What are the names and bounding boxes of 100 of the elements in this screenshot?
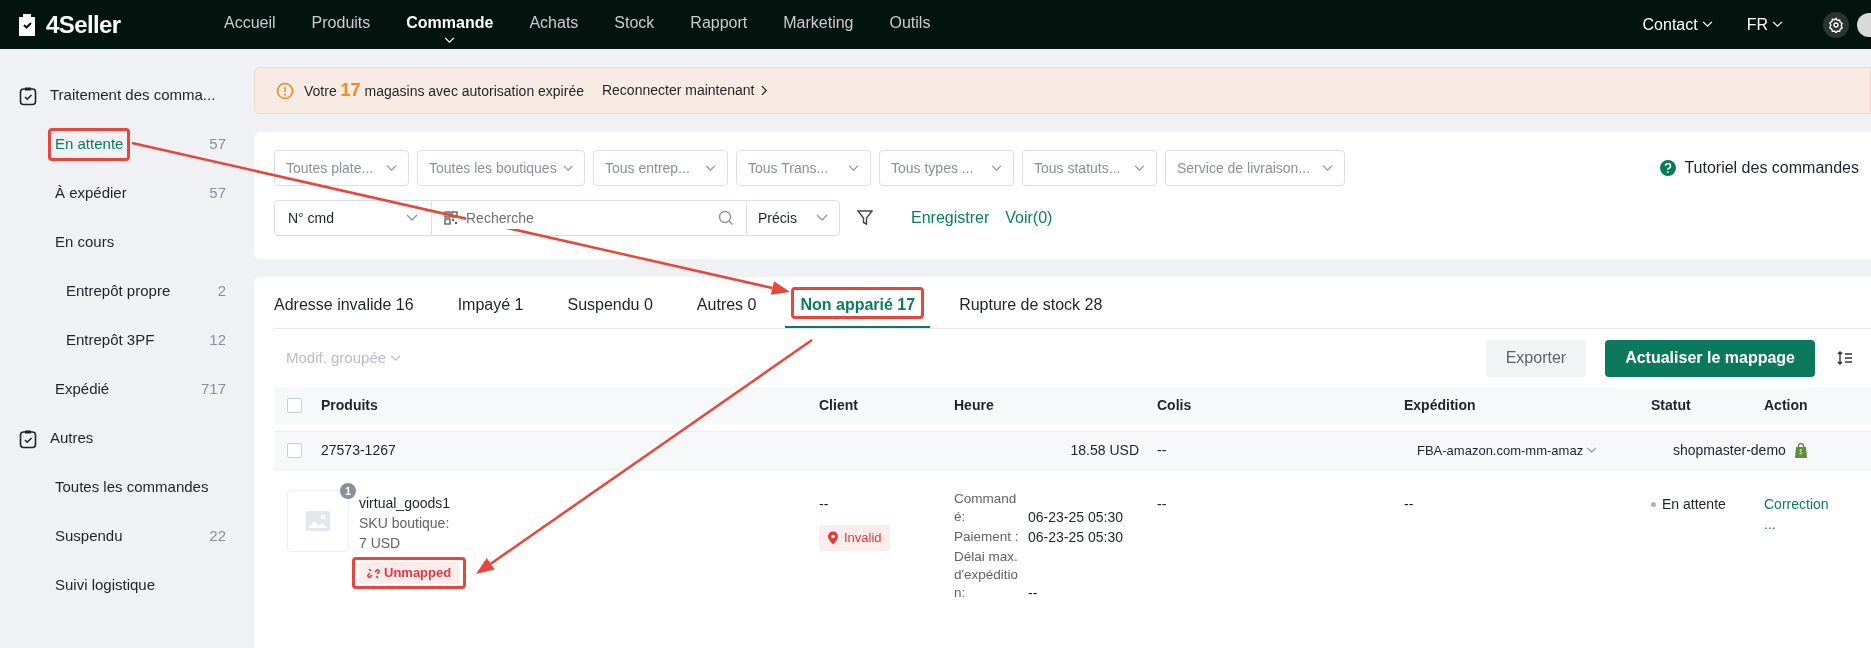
location-pin-icon <box>827 531 839 545</box>
sidebar-item[interactable]: Suspendu <box>55 525 123 548</box>
table-cell-text: -- <box>1157 495 1167 514</box>
column-header: Action <box>1764 396 1809 415</box>
product-name: virtual_goods1 <box>359 494 451 513</box>
search-icon[interactable] <box>718 210 734 226</box>
sidebar-group-title[interactable]: Autres <box>50 427 94 450</box>
table-cell-text: -- <box>1404 495 1414 514</box>
time-value: -- <box>1028 584 1038 602</box>
image-icon <box>305 510 331 532</box>
caret-icon <box>444 37 456 44</box>
column-header: Statut <box>1651 396 1692 415</box>
update-mapping-button[interactable]: Actualiser le mappage <box>1605 339 1815 377</box>
time-value: 06-23-25 05:30 <box>1028 508 1123 526</box>
search-type-select[interactable]: N° cmd <box>274 200 432 236</box>
sidebar-item[interactable]: À expédier <box>55 182 127 205</box>
bulk-edit-menu: Modif. groupée <box>286 346 402 370</box>
tab[interactable]: Suspendu 0 <box>567 284 653 328</box>
column-header: Expédition <box>1404 396 1477 415</box>
item-count: 12 <box>209 330 226 351</box>
sidebar-item[interactable]: Toutes les commandes <box>55 476 209 499</box>
sidebar-item[interactable]: En attente <box>55 133 124 156</box>
order-amount: 18.58 USD <box>1070 441 1139 460</box>
checkbox[interactable] <box>287 443 302 458</box>
chevron-down-icon <box>1322 164 1333 172</box>
tab[interactable]: Autres 0 <box>696 284 757 328</box>
chevron-down-icon <box>390 354 402 362</box>
chevron-down-icon <box>991 164 1002 172</box>
tab[interactable]: Adresse invalide 16 <box>274 284 414 328</box>
chevron-down-icon <box>816 214 828 222</box>
item-count: 22 <box>209 526 226 547</box>
column-header: Client <box>819 396 859 415</box>
chevron-down-icon <box>705 164 716 172</box>
nav-item[interactable]: Outils <box>889 0 931 49</box>
settings-icon[interactable] <box>1823 11 1849 38</box>
shopping-bag-icon <box>1793 442 1808 459</box>
sidebar-item[interactable]: En cours <box>55 231 115 254</box>
avatar[interactable] <box>1857 12 1871 37</box>
view-link[interactable]: Voir(0) <box>1005 206 1053 230</box>
nav-item[interactable]: Achats <box>529 0 579 49</box>
language-menu[interactable]: FR <box>1746 12 1783 37</box>
sidebar-item[interactable]: Entrepôt propre <box>66 280 171 303</box>
chevron-down-icon <box>386 164 397 172</box>
help-icon <box>1660 160 1677 176</box>
logo-icon <box>16 12 38 37</box>
logo-text: 4Seller <box>46 9 121 40</box>
chevron-down-icon <box>406 214 418 222</box>
item-count: 2 <box>217 281 226 302</box>
mapping-status-badge: Unmapped <box>359 562 460 584</box>
tutorial-link[interactable]: Tutoriel des commandes <box>1660 156 1859 180</box>
sidebar-item[interactable]: Entrepôt 3PF <box>66 329 155 352</box>
action-link[interactable]: Correction <box>1764 494 1829 514</box>
chevron-down-icon <box>1134 164 1145 172</box>
scan-icon <box>444 211 458 225</box>
column-header: Heure <box>954 396 995 415</box>
chevron-down-icon <box>1772 21 1783 28</box>
product-price: 7 USD <box>359 534 401 553</box>
nav-item[interactable]: Stock <box>614 0 655 49</box>
export-button[interactable]: Exporter <box>1485 339 1587 377</box>
nav-item[interactable]: Commande <box>406 0 494 49</box>
nav-item[interactable]: Produits <box>311 0 371 49</box>
time-value: 06-23-25 05:30 <box>1028 528 1123 546</box>
item-count: 57 <box>209 134 226 155</box>
time-label: Commandé: <box>954 490 1018 526</box>
contact-menu[interactable]: Contact <box>1642 12 1713 37</box>
action-link[interactable]: ... <box>1764 514 1776 534</box>
nav-item[interactable]: Accueil <box>224 0 276 49</box>
tab[interactable]: Non apparié 17 <box>785 284 931 328</box>
tab[interactable]: Rupture de stock 28 <box>959 284 1103 328</box>
store-name: shopmaster-demo <box>1673 441 1786 460</box>
sidebar-item[interactable]: Expédié <box>55 378 110 401</box>
item-count: 57 <box>209 183 226 204</box>
filter-icon[interactable] <box>856 209 874 227</box>
chevron-down-icon <box>848 164 859 172</box>
tab[interactable]: Impayé 1 <box>457 284 524 328</box>
order-number: 27573-1267 <box>321 441 396 460</box>
chevron-down-icon <box>1701 21 1713 28</box>
shipping-select[interactable]: FBA-amazon.com-mm-amaz <box>1404 440 1651 461</box>
address-status-badge: Invalid <box>819 525 890 551</box>
nav-item[interactable]: Rapport <box>690 0 748 49</box>
quantity-badge: 1 <box>340 483 356 499</box>
time-label: Paiement : <box>954 528 1020 546</box>
table-cell-text: -- <box>819 495 829 514</box>
broken-link-icon <box>367 566 380 580</box>
chevron-right-icon <box>760 85 768 96</box>
sidebar-item[interactable]: Suivi logistique <box>55 574 156 597</box>
table-cell-text: -- <box>1157 441 1168 460</box>
sidebar-group-title[interactable]: Traitement des comma... <box>50 84 216 107</box>
save-link[interactable]: Enregistrer <box>911 206 990 230</box>
clipboard-icon <box>19 85 37 106</box>
time-label: Délai max. d'expédition: <box>954 548 1020 602</box>
column-header: Produits <box>321 396 379 415</box>
nav-item[interactable]: Marketing <box>783 0 854 49</box>
checkbox[interactable] <box>287 398 302 413</box>
warning-icon <box>276 81 294 100</box>
reconnect-link[interactable]: Reconnecter maintenant <box>601 80 770 101</box>
column-settings-icon[interactable] <box>1837 351 1853 365</box>
sku-label: SKU boutique: <box>359 514 450 533</box>
item-count: 717 <box>200 379 226 400</box>
match-select[interactable]: Précis <box>746 200 840 236</box>
